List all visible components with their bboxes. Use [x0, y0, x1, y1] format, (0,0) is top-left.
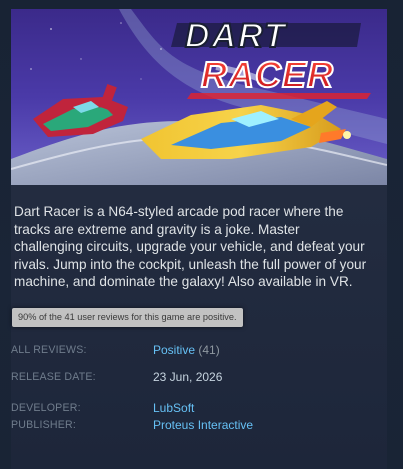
- release-date-label: RELEASE DATE:: [11, 371, 96, 383]
- release-date-value: 23 Jun, 2026: [153, 370, 223, 384]
- reviews-value[interactable]: Positive (41): [153, 343, 220, 357]
- logo-word-dart: DART: [185, 17, 288, 55]
- store-page: DART RACER Dart Racer is a N64-styled ar…: [0, 0, 403, 469]
- publisher-link[interactable]: Proteus Interactive: [153, 418, 253, 432]
- developer-row: DEVELOPER: LubSoft: [11, 401, 387, 417]
- reviews-count: (41): [198, 343, 220, 357]
- game-description: Dart Racer is a N64-styled arcade pod ra…: [14, 204, 367, 290]
- reviews-tooltip: 90% of the 41 user reviews for this game…: [12, 308, 243, 327]
- developer-label: DEVELOPER:: [11, 402, 81, 414]
- game-header-image[interactable]: DART RACER: [11, 9, 387, 185]
- publisher-row: PUBLISHER: Proteus Interactive: [11, 418, 387, 434]
- all-reviews-label: ALL REVIEWS:: [11, 344, 87, 356]
- game-info-panel: DART RACER Dart Racer is a N64-styled ar…: [11, 9, 387, 469]
- reviews-summary-link[interactable]: Positive: [153, 343, 195, 357]
- publisher-label: PUBLISHER:: [11, 419, 76, 431]
- developer-link[interactable]: LubSoft: [153, 401, 194, 415]
- logo-word-racer: RACER: [201, 54, 334, 95]
- all-reviews-row: ALL REVIEWS: Positive (41): [11, 343, 387, 359]
- release-date-row: RELEASE DATE: 23 Jun, 2026: [11, 370, 387, 386]
- header-artwork: DART RACER: [11, 9, 387, 185]
